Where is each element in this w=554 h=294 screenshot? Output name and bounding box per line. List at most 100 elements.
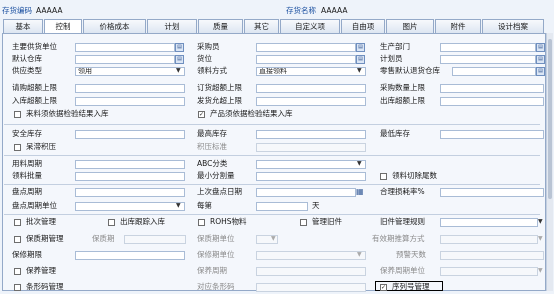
rohs-label: ROHS物料	[210, 217, 247, 226]
tab-image[interactable]: 图片	[386, 19, 434, 33]
inbound-limit-label: 入库超额上限	[12, 96, 57, 105]
calendar-icon[interactable]: ▦	[356, 187, 364, 196]
tab-control[interactable]: 控制	[44, 19, 82, 34]
shipment-limit-input[interactable]	[256, 97, 366, 106]
product-inspect-checkbox[interactable]: ✓	[198, 111, 205, 118]
tab-free[interactable]: 自由项	[341, 19, 385, 33]
tab-other[interactable]: 其它	[244, 19, 279, 33]
picking-method-label: 领料方式	[197, 66, 227, 75]
min-stock-input[interactable]	[440, 130, 544, 139]
outbound-trace-checkbox[interactable]	[108, 219, 115, 226]
serial-checkbox[interactable]: ✓	[380, 284, 387, 291]
obsolete-mgmt-checkbox[interactable]	[300, 219, 307, 226]
location-ref-icon[interactable]: ▤	[356, 55, 365, 64]
maintenance-cycle-input[interactable]	[256, 267, 366, 276]
default-warehouse-label: 默认仓库	[12, 54, 42, 63]
tab-plan[interactable]: 计划	[147, 19, 197, 33]
main-supplier-input[interactable]	[75, 43, 175, 52]
planner-input[interactable]	[440, 55, 536, 64]
default-warehouse-input[interactable]	[75, 55, 175, 64]
batch-mgmt-checkbox[interactable]	[14, 219, 21, 226]
every-week-input[interactable]	[256, 202, 308, 211]
inbound-inspect-label: 来料须依据检验结果入库	[26, 109, 109, 118]
shelf-life-input[interactable]	[124, 235, 186, 244]
outbound-limit-input[interactable]	[440, 97, 544, 106]
scroll-thumb[interactable]	[548, 39, 552, 199]
chevron-down-icon[interactable]: ▼	[538, 218, 543, 225]
maint-period-unit-select[interactable]	[256, 251, 366, 260]
min-split-input[interactable]	[256, 172, 366, 181]
tab-quality[interactable]: 质量	[198, 19, 243, 33]
shipment-limit-label: 发货允超上限	[197, 96, 242, 105]
usage-cycle-label: 用料周期	[12, 159, 42, 168]
count-cycle-input[interactable]	[75, 188, 185, 197]
zero-return-wh-ref-icon[interactable]: ▤	[536, 67, 545, 76]
purchase-qty-limit-input[interactable]	[440, 84, 544, 93]
barcode-input[interactable]	[256, 283, 366, 292]
buyer-input[interactable]	[256, 43, 356, 52]
chevron-down-icon[interactable]: ▼	[538, 235, 543, 242]
order-limit-label: 订货超额上限	[197, 83, 242, 92]
min-stock-label: 最低库存	[380, 129, 410, 138]
inbound-limit-input[interactable]	[75, 97, 185, 106]
reasonable-loss-input[interactable]	[440, 188, 544, 197]
last-count-date-label: 上次盘点日期	[197, 187, 242, 196]
inbound-inspect-checkbox[interactable]	[14, 111, 21, 118]
supply-type-select[interactable]: 领用	[75, 67, 185, 76]
chevron-down-icon[interactable]: ▼	[271, 235, 276, 242]
expiry-display-label: 有效期推算方式	[372, 234, 425, 243]
obsolete-rule-select[interactable]	[440, 218, 538, 227]
zero-return-wh-label: 零售默认退货仓库	[380, 66, 440, 75]
chevron-down-icon[interactable]: ▼	[357, 251, 362, 258]
picking-method-select[interactable]: 直接领料	[256, 67, 366, 76]
production-dept-input[interactable]	[440, 43, 536, 52]
expiry-display-select[interactable]	[440, 235, 538, 244]
safety-stock-label: 安全库存	[12, 129, 42, 138]
purchase-qty-limit-label: 采购数量上限	[380, 83, 425, 92]
order-limit-input[interactable]	[256, 84, 366, 93]
buyer-ref-icon[interactable]: ▤	[356, 43, 365, 52]
planner-label: 计划员	[380, 54, 403, 63]
zero-return-wh-input[interactable]	[452, 67, 536, 76]
tab-price-cost[interactable]: 价格成本	[83, 19, 146, 33]
last-count-date-input[interactable]	[256, 188, 356, 197]
safety-stock-input[interactable]	[75, 130, 185, 139]
requisition-limit-input[interactable]	[75, 84, 185, 93]
maint-period-label: 保修期限	[12, 250, 42, 259]
maintenance-checkbox[interactable]	[14, 268, 21, 275]
code-label: 存货编码	[2, 6, 32, 15]
vertical-scrollbar[interactable]	[546, 33, 553, 291]
chevron-down-icon[interactable]: ▼	[176, 67, 181, 74]
tab-attachment[interactable]: 附件	[435, 19, 481, 33]
maint-period-input[interactable]	[75, 251, 185, 260]
obsolete-mgmt-label: 管理旧件	[312, 217, 342, 226]
picking-cut-tail-checkbox[interactable]	[380, 173, 387, 180]
barcode-checkbox[interactable]	[14, 284, 21, 291]
tab-design[interactable]: 设计档案	[482, 19, 544, 33]
chevron-down-icon[interactable]: ▼	[357, 160, 362, 167]
overstock-std-input[interactable]	[256, 143, 366, 152]
abc-class-select[interactable]	[256, 160, 366, 169]
production-dept-ref-icon[interactable]: ▤	[536, 43, 545, 52]
count-cycle-unit-select[interactable]	[75, 202, 185, 211]
shelf-life-checkbox[interactable]	[14, 236, 21, 243]
planner-ref-icon[interactable]: ▤	[536, 55, 545, 64]
location-input[interactable]	[256, 55, 356, 64]
main-supplier-ref-icon[interactable]: ▤	[175, 43, 184, 52]
maintenance-unit-select[interactable]	[440, 267, 538, 276]
warning-days-label: 预警天数	[396, 250, 426, 259]
chevron-down-icon[interactable]: ▼	[176, 202, 181, 209]
overstock-checkbox[interactable]	[14, 144, 21, 151]
rohs-checkbox[interactable]	[198, 219, 205, 226]
max-stock-input[interactable]	[256, 130, 366, 139]
picking-batch-input[interactable]	[75, 172, 185, 181]
code-value: AAAAA	[36, 6, 63, 15]
chevron-down-icon[interactable]: ▼	[538, 267, 543, 274]
tab-basic[interactable]: 基本	[3, 19, 43, 33]
usage-cycle-input[interactable]	[75, 160, 185, 169]
chevron-down-icon[interactable]: ▼	[357, 67, 362, 74]
warning-days-input[interactable]	[440, 251, 544, 260]
default-warehouse-ref-icon[interactable]: ▤	[175, 55, 184, 64]
tab-custom[interactable]: 自定义项	[280, 19, 340, 33]
divider	[4, 155, 540, 156]
